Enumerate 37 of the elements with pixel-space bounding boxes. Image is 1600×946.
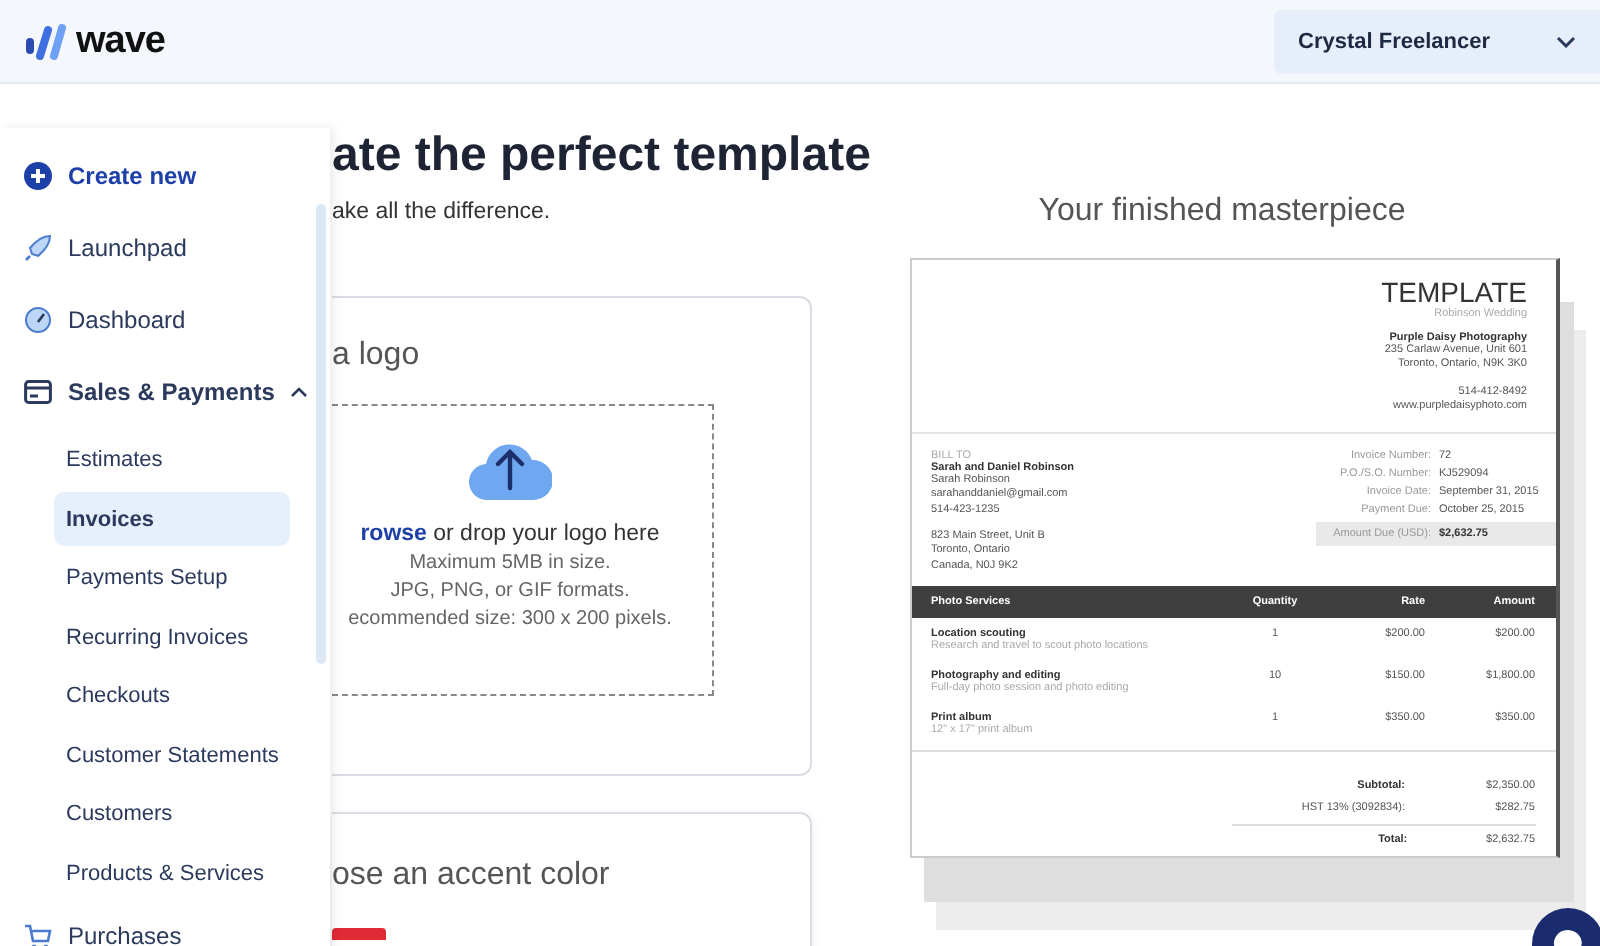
chevron-down-icon xyxy=(1556,35,1576,47)
browse-link[interactable]: rowse xyxy=(360,522,427,546)
plus-icon xyxy=(24,162,52,190)
logo-text: wave xyxy=(76,19,165,63)
page-heading: ate the perfect template xyxy=(332,128,873,184)
rocket-icon xyxy=(24,234,52,262)
nav-subitem[interactable]: Estimates xyxy=(54,433,290,487)
page-subheading: ake all the difference. xyxy=(332,200,553,224)
upload-hint: JPG, PNG, or GIF formats. xyxy=(390,580,630,602)
color-swatch[interactable] xyxy=(332,928,386,940)
logo-dropzone[interactable]: rowse or drop your logo here Maximum 5MB in size. JPG, PNG, or GIF formats. ecommended size: 300 x 200 pixels. xyxy=(332,404,714,696)
drop-instruction: rowse or drop your logo here xyxy=(360,522,660,546)
nav-item[interactable]: Dashboard xyxy=(0,284,330,356)
nav-item[interactable]: Launchpad xyxy=(0,212,330,284)
upload-hint: ecommended size: 300 x 200 pixels. xyxy=(348,608,672,630)
nav-subitem[interactable]: Invoices xyxy=(54,492,290,546)
create-new-button[interactable]: Create new xyxy=(0,140,330,212)
nav-item[interactable]: Sales & Payments xyxy=(0,356,330,428)
cart-icon xyxy=(24,923,52,946)
card-title: a logo xyxy=(332,338,422,374)
gauge-icon xyxy=(24,306,52,334)
invoice-title: TEMPLATE xyxy=(1379,276,1527,308)
nav-subitem[interactable]: Checkouts xyxy=(54,669,290,723)
nav-item[interactable]: Purchases xyxy=(0,900,330,946)
scrollbar[interactable] xyxy=(316,204,326,664)
upload-hint: Maximum 5MB in size. xyxy=(409,552,611,574)
nav-subitem[interactable]: Recurring Invoices xyxy=(54,610,290,664)
nav-subitem[interactable]: Customer Statements xyxy=(54,728,290,782)
preview-title: Your finished masterpiece xyxy=(1038,194,1406,230)
cloud-upload-icon xyxy=(468,442,552,502)
account-dropdown[interactable]: Crystal Freelancer xyxy=(1274,9,1600,73)
logo-icon xyxy=(24,23,68,59)
credit-card-icon xyxy=(24,380,52,404)
nav-subitem[interactable]: Products & Services xyxy=(54,846,290,900)
card-title: ose an accent color xyxy=(332,858,612,894)
nav-subitem[interactable]: Customers xyxy=(54,787,290,841)
nav-subitem[interactable]: Payments Setup xyxy=(54,551,290,605)
